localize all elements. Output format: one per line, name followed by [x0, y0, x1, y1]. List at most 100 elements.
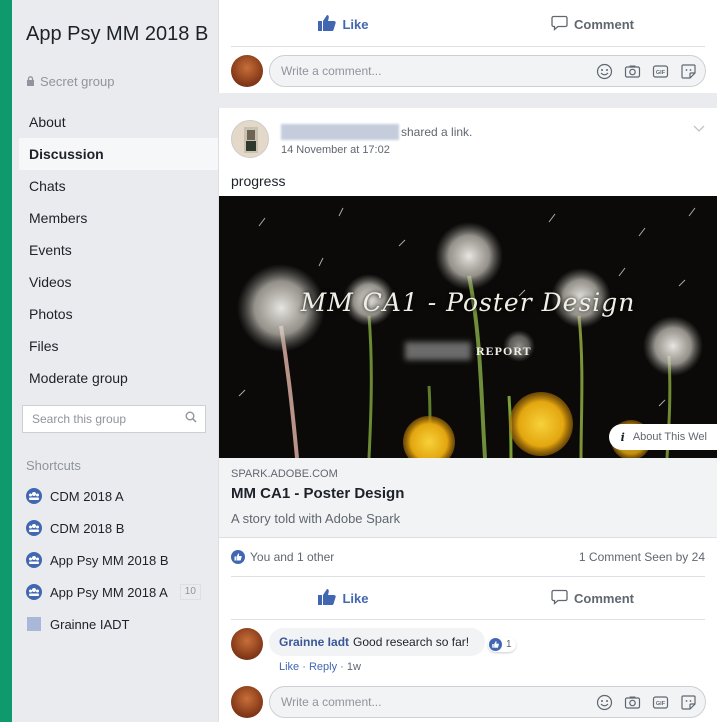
thumbs-up-icon [318, 14, 342, 34]
comment-composer: GIF [219, 682, 717, 722]
shortcuts-title: Shortcuts [26, 458, 81, 473]
group-icon [26, 520, 42, 536]
shortcut-cdm-2018-b[interactable]: CDM 2018 B [26, 512, 216, 544]
nav-item-members[interactable]: Members [19, 202, 218, 234]
shortcut-grainne-iadt[interactable]: Grainne IADT [26, 608, 216, 640]
comment-label: Comment [574, 16, 634, 32]
shortcut-label: CDM 2018 A [50, 488, 124, 504]
nav-item-files[interactable]: Files [19, 330, 218, 362]
chevron-down-icon[interactable] [693, 124, 705, 136]
about-this-website-button[interactable]: i About This Wel [608, 424, 717, 450]
nav-item-photos[interactable]: Photos [19, 298, 218, 330]
shortcut-label: App Psy MM 2018 B [50, 552, 169, 568]
group-nav: About Discussion Chats Members Events Vi… [19, 106, 218, 394]
like-reaction-icon [489, 638, 502, 651]
link-description: A story told with Adobe Spark [231, 511, 401, 526]
svg-text:GIF: GIF [656, 701, 666, 707]
comment-text: Good research so far! [353, 635, 470, 649]
comment: Grainne Iadt Good research so far! 1 Lik… [231, 626, 705, 673]
group-icon [26, 584, 42, 600]
like-label: Like [342, 590, 369, 606]
divider [231, 46, 705, 47]
post-action-text: shared a link. [401, 125, 473, 139]
comment-like-link[interactable]: Like [279, 661, 299, 673]
nav-item-moderate-group[interactable]: Moderate group [19, 362, 218, 394]
app-frame: App Psy MM 2018 B Secret group About Dis… [12, 0, 717, 722]
post-header: shared a link. 14 November at 17:02 [231, 120, 705, 164]
link-preview-meta[interactable]: SPARK.ADOBE.COM MM CA1 - Poster Design A… [219, 458, 717, 538]
author-avatar[interactable] [231, 120, 269, 158]
shortcut-cdm-2018-a[interactable]: CDM 2018 A [26, 480, 216, 512]
separator-dot: · [340, 661, 347, 673]
comment-composer: GIF [219, 53, 717, 93]
divider [231, 619, 705, 620]
shortcut-app-psy-mm-2018-b[interactable]: App Psy MM 2018 B [26, 544, 216, 576]
comment-tools: GIF [596, 63, 697, 80]
post-timestamp[interactable]: 14 November at 17:02 [281, 144, 390, 156]
dandelion-image [219, 196, 717, 458]
gif-icon[interactable]: GIF [652, 694, 669, 711]
group-privacy: Secret group [26, 74, 114, 89]
group-icon [26, 488, 42, 504]
gif-icon[interactable]: GIF [652, 63, 669, 80]
camera-icon[interactable] [624, 63, 641, 80]
avatar[interactable] [231, 55, 263, 87]
thumbs-up-icon [318, 588, 342, 608]
comment-input[interactable] [281, 695, 581, 709]
search-icon[interactable] [185, 410, 197, 428]
comment-reactions[interactable]: 1 [488, 637, 516, 652]
unread-count-badge: 10 [179, 584, 201, 600]
reactions-text: You and 1 other [250, 550, 335, 564]
comment-button[interactable]: Comment [468, 580, 717, 616]
nav-item-discussion[interactable]: Discussion [19, 138, 218, 170]
poster-subtitle: REPORT [476, 344, 532, 358]
comment-like-count: 1 [506, 639, 512, 650]
nav-item-events[interactable]: Events [19, 234, 218, 266]
sticker-icon[interactable] [680, 694, 697, 711]
group-icon [26, 552, 42, 568]
reactions-count[interactable]: You and 1 other [231, 550, 334, 564]
comment-reply-link[interactable]: Reply [309, 661, 337, 673]
comment-input[interactable] [281, 64, 581, 78]
group-search-box [22, 405, 206, 433]
avatar[interactable] [231, 686, 263, 718]
comment-tools: GIF [596, 694, 697, 711]
emoji-icon[interactable] [596, 63, 613, 80]
link-domain: SPARK.ADOBE.COM [231, 468, 338, 480]
about-label: About This Wel [632, 431, 707, 443]
lock-icon [26, 74, 35, 89]
nav-item-videos[interactable]: Videos [19, 266, 218, 298]
group-sidebar: App Psy MM 2018 B Secret group About Dis… [12, 0, 220, 722]
like-button[interactable]: Like [219, 6, 468, 42]
nav-item-chats[interactable]: Chats [19, 170, 218, 202]
comment-button[interactable]: Comment [468, 6, 717, 42]
post-text: progress [231, 173, 286, 189]
commenter-avatar[interactable] [231, 628, 263, 660]
svg-text:GIF: GIF [656, 70, 666, 76]
shortcut-app-psy-mm-2018-a[interactable]: App Psy MM 2018 A 10 [26, 576, 216, 608]
comment-age[interactable]: 1w [347, 661, 361, 673]
emoji-icon[interactable] [596, 694, 613, 711]
comment-input-box: GIF [269, 686, 706, 718]
camera-icon[interactable] [624, 694, 641, 711]
post-stats[interactable]: 1 Comment Seen by 24 [579, 550, 705, 564]
sticker-icon[interactable] [680, 63, 697, 80]
divider [231, 576, 705, 577]
author-name-redacted[interactable] [281, 124, 399, 140]
comment-bubble-icon [551, 589, 574, 608]
group-search-input[interactable] [32, 412, 172, 426]
group-name[interactable]: App Psy MM 2018 B [26, 22, 211, 46]
previous-post-card: Like Comment GIF [218, 0, 717, 93]
like-button[interactable]: Like [219, 580, 468, 616]
shortcut-label: Grainne IADT [50, 616, 130, 632]
redacted-text [405, 342, 471, 360]
shortcut-label: App Psy MM 2018 A [50, 584, 168, 600]
privacy-label: Secret group [40, 74, 115, 89]
comment-bubble: Grainne Iadt Good research so far! [269, 628, 486, 656]
comment-bubble-icon [551, 15, 574, 34]
link-preview-image[interactable]: MM CA1 - Poster Design REPORT i About Th… [219, 196, 717, 458]
nav-item-about[interactable]: About [19, 106, 218, 138]
page-icon [27, 617, 41, 631]
link-title[interactable]: MM CA1 - Poster Design [231, 485, 404, 502]
comment-author[interactable]: Grainne Iadt [279, 635, 349, 649]
